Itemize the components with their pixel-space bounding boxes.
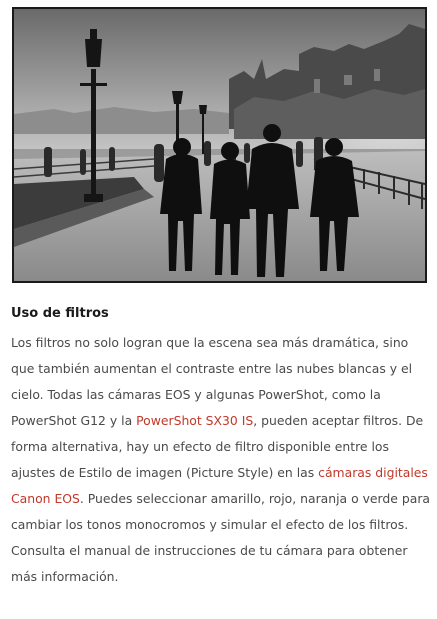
link-powershot-sx30-is[interactable]: PowerShot SX30 IS xyxy=(136,413,253,428)
article-photo xyxy=(12,7,427,283)
promenade-photo xyxy=(14,9,425,281)
article-paragraph: Los filtros no solo logran que la escena… xyxy=(11,330,431,590)
article-section: Uso de filtros Los filtros no solo logra… xyxy=(11,305,431,590)
section-title: Uso de filtros xyxy=(11,306,109,321)
